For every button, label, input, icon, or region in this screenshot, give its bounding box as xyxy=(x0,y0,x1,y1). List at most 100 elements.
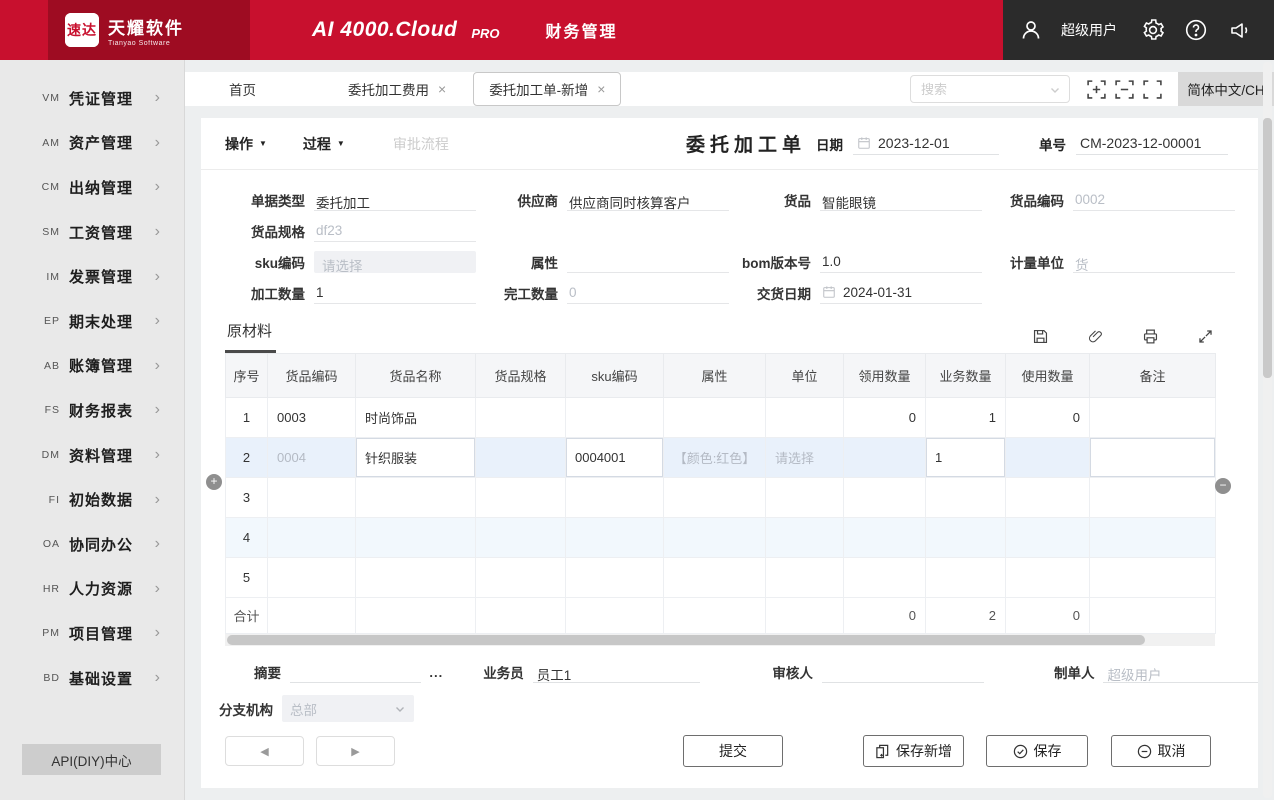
grid-cell[interactable] xyxy=(356,478,476,518)
save-grid-icon[interactable] xyxy=(1032,328,1049,345)
grid-cell[interactable] xyxy=(476,558,566,598)
save-button[interactable]: 保存 xyxy=(986,735,1088,767)
settings-gear-icon[interactable] xyxy=(1141,18,1165,42)
delivery-date-input[interactable]: 2024-01-31 xyxy=(820,282,982,304)
grid-cell[interactable] xyxy=(476,398,566,438)
close-icon[interactable]: × xyxy=(597,81,605,97)
grid-cell[interactable] xyxy=(664,558,766,598)
grid-cell[interactable]: 2 xyxy=(226,438,268,478)
clerk-input[interactable]: 员工1 xyxy=(533,661,701,683)
sidebar-item-fi[interactable]: FI初始数据› xyxy=(0,477,184,522)
tab-首页[interactable]: 首页 xyxy=(229,79,256,99)
sidebar-item-am[interactable]: AM资产管理› xyxy=(0,121,184,166)
grid-cell[interactable] xyxy=(664,398,766,438)
grid-cell[interactable]: 【颜色:红色】 xyxy=(664,438,766,478)
user-icon[interactable] xyxy=(1019,18,1043,42)
grid-cell[interactable] xyxy=(566,518,664,558)
action-menu-button[interactable]: 操作▼ xyxy=(225,134,267,154)
auditor-input[interactable] xyxy=(822,661,984,683)
sidebar-item-ab[interactable]: AB账簿管理› xyxy=(0,344,184,389)
grid-cell[interactable] xyxy=(844,438,926,478)
search-input[interactable] xyxy=(921,82,1036,97)
grid-cell[interactable]: 1 xyxy=(226,398,268,438)
grid-cell[interactable] xyxy=(356,558,476,598)
grid-cell[interactable] xyxy=(1006,478,1090,518)
submit-button[interactable]: 提交 xyxy=(683,735,783,767)
process-menu-button[interactable]: 过程▼ xyxy=(303,134,345,154)
process-qty-input[interactable]: 1 xyxy=(314,282,476,304)
grid-cell[interactable] xyxy=(766,558,844,598)
grid-cell[interactable] xyxy=(356,518,476,558)
grid-cell[interactable]: 0 xyxy=(1006,398,1090,438)
grid-cell[interactable] xyxy=(844,478,926,518)
supplier-input[interactable]: 供应商同时核算客户 xyxy=(567,189,729,211)
grid-cell[interactable] xyxy=(766,478,844,518)
print-icon[interactable] xyxy=(1142,328,1159,345)
grid-cell[interactable]: 0004 xyxy=(268,438,356,478)
sidebar-item-bd[interactable]: BD基础设置› xyxy=(0,656,184,701)
attachment-paperclip-icon[interactable] xyxy=(1087,328,1104,345)
chevron-down-icon[interactable] xyxy=(1049,83,1061,95)
grid-cell[interactable]: 1 xyxy=(926,438,1006,478)
grid-cell[interactable] xyxy=(566,398,664,438)
grid-cell[interactable] xyxy=(476,518,566,558)
grid-cell[interactable] xyxy=(1006,558,1090,598)
goods-input[interactable]: 智能眼镜 xyxy=(820,189,982,211)
doc-no-input[interactable]: CM-2023-12-00001 xyxy=(1076,132,1228,155)
grid-cell[interactable]: 请选择 xyxy=(766,438,844,478)
announcement-speaker-icon[interactable] xyxy=(1228,18,1252,42)
sidebar-item-vm[interactable]: VM凭证管理› xyxy=(0,76,184,121)
sidebar-item-fs[interactable]: FS财务报表› xyxy=(0,388,184,433)
grid-cell[interactable]: 针织服装 xyxy=(356,438,476,478)
grid-cell[interactable] xyxy=(664,518,766,558)
grid-cell[interactable] xyxy=(1090,518,1216,558)
scrollbar-thumb[interactable] xyxy=(227,635,1145,645)
grid-cell[interactable] xyxy=(926,518,1006,558)
bom-version-input[interactable]: 1.0 xyxy=(820,251,982,273)
grid-cell[interactable] xyxy=(566,558,664,598)
grid-cell[interactable] xyxy=(268,478,356,518)
sidebar-item-hr[interactable]: HR人力资源› xyxy=(0,567,184,612)
sidebar-item-im[interactable]: IM发票管理› xyxy=(0,254,184,299)
close-icon[interactable]: × xyxy=(438,81,446,97)
grid-cell[interactable] xyxy=(476,438,566,478)
sidebar-item-sm[interactable]: SM工资管理› xyxy=(0,210,184,255)
grid-cell[interactable] xyxy=(1090,558,1216,598)
help-icon[interactable] xyxy=(1184,18,1208,42)
api-diy-center-button[interactable]: API(DIY)中心 xyxy=(22,744,161,775)
grid-cell[interactable] xyxy=(1090,398,1216,438)
zoom-in-icon[interactable] xyxy=(1086,79,1107,100)
grid-cell[interactable] xyxy=(766,398,844,438)
prev-record-button[interactable]: ◀ xyxy=(225,736,304,766)
cancel-button[interactable]: 取消 xyxy=(1111,735,1211,767)
date-input[interactable]: 2023-12-01 xyxy=(853,132,999,155)
grid-cell[interactable] xyxy=(1006,438,1090,478)
summary-input[interactable] xyxy=(290,661,421,683)
grid-cell[interactable] xyxy=(1006,518,1090,558)
attribute-input[interactable] xyxy=(567,251,729,273)
grid-cell[interactable] xyxy=(844,518,926,558)
current-user[interactable]: 超级用户 xyxy=(1061,20,1117,40)
grid-cell[interactable]: 时尚饰品 xyxy=(356,398,476,438)
grid-cell[interactable]: 0003 xyxy=(268,398,356,438)
grid-cell[interactable]: 5 xyxy=(226,558,268,598)
zoom-out-icon[interactable] xyxy=(1114,79,1135,100)
sidebar-item-dm[interactable]: DM资料管理› xyxy=(0,433,184,478)
grid-cell[interactable] xyxy=(766,518,844,558)
search-box[interactable] xyxy=(910,75,1070,103)
next-record-button[interactable]: ▶ xyxy=(316,736,395,766)
save-and-new-button[interactable]: 保存新增 xyxy=(863,735,964,767)
grid-cell[interactable] xyxy=(268,518,356,558)
expand-icon[interactable] xyxy=(1197,328,1214,345)
grid-cell[interactable] xyxy=(664,478,766,518)
grid-cell[interactable]: 0 xyxy=(844,398,926,438)
language-switch[interactable]: 简体中文/CH xyxy=(1178,72,1274,106)
doc-type-input[interactable]: 委托加工 xyxy=(314,189,476,211)
sidebar-item-cm[interactable]: CM出纳管理› xyxy=(0,165,184,210)
horizontal-scrollbar[interactable] xyxy=(225,634,1215,646)
add-row-button[interactable]: + xyxy=(206,474,222,490)
scrollbar-thumb[interactable] xyxy=(1263,118,1272,378)
tab-raw-materials[interactable]: 原材料 xyxy=(225,320,276,353)
grid-cell[interactable]: 1 xyxy=(926,398,1006,438)
grid-cell[interactable] xyxy=(844,558,926,598)
